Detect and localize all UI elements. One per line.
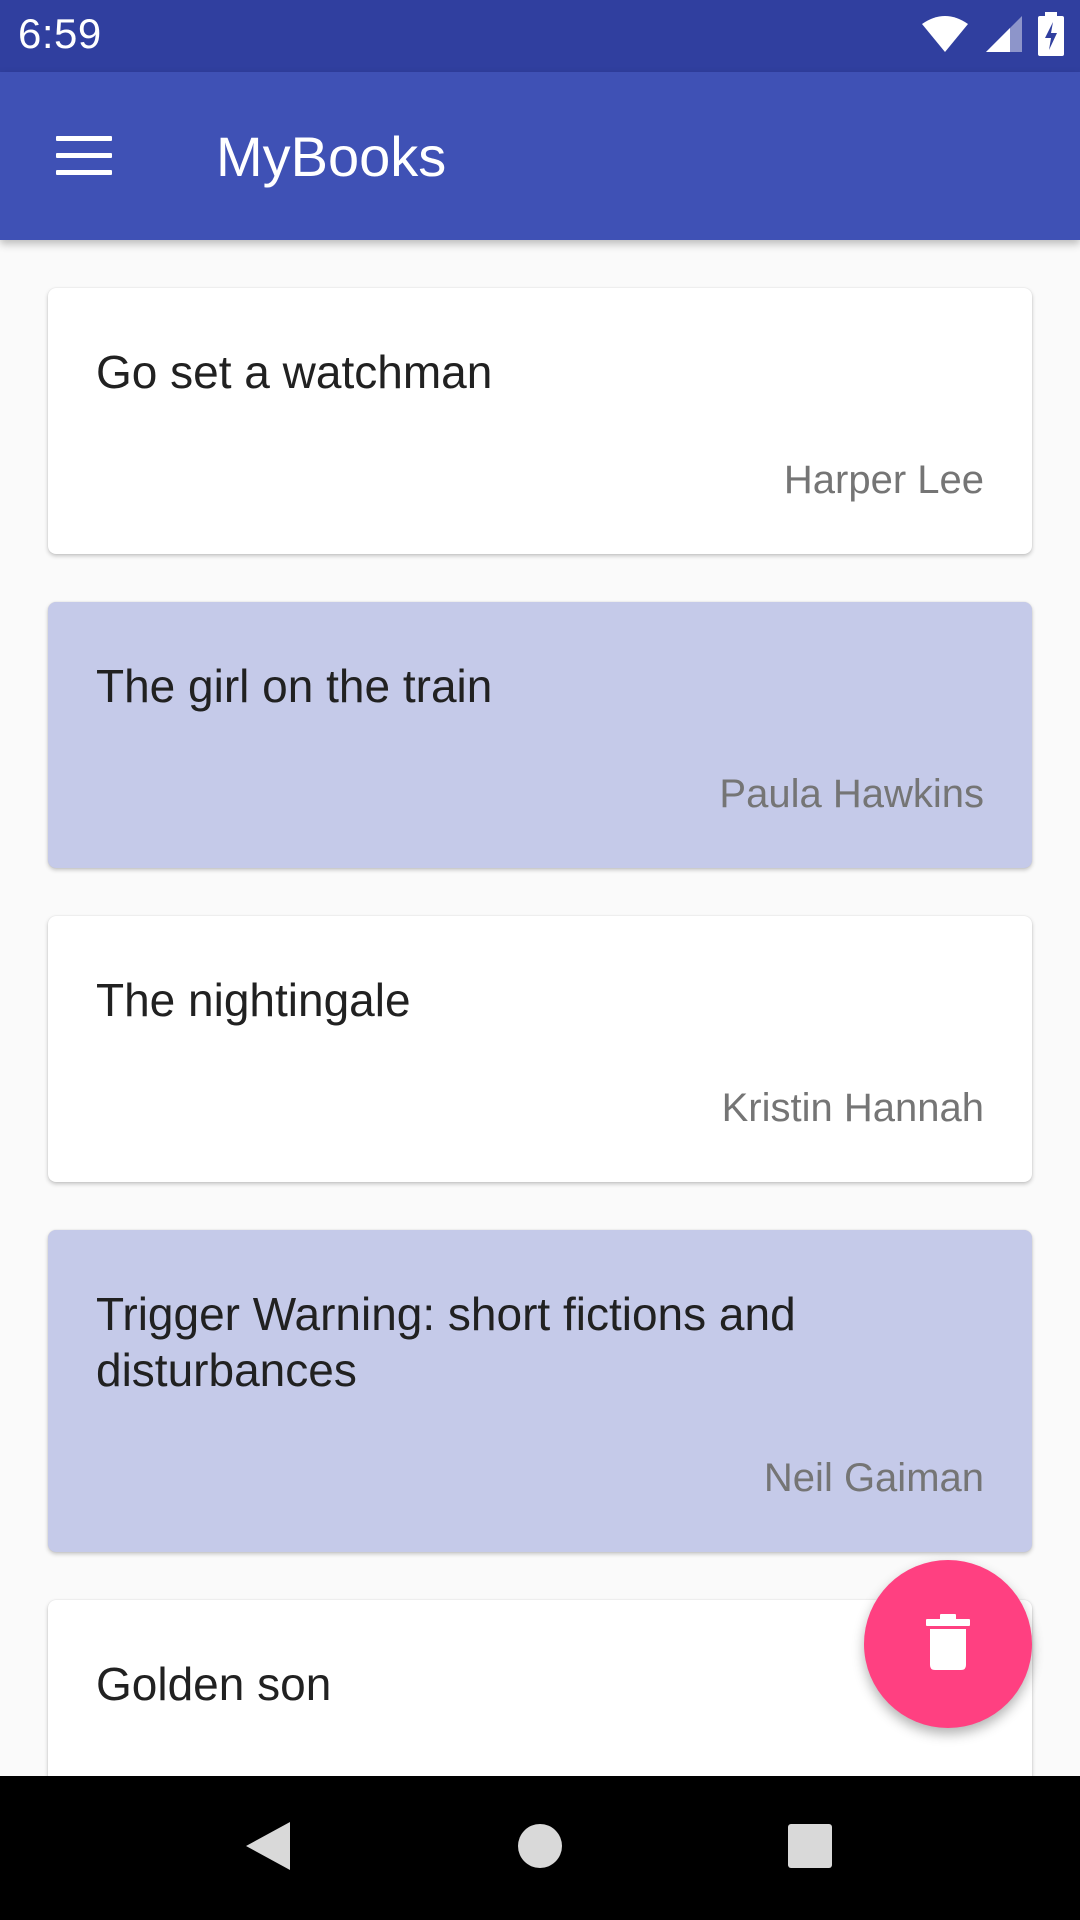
book-author: Kristin Hannah: [721, 1086, 984, 1130]
book-author: Harper Lee: [783, 458, 984, 502]
recents-icon: [786, 1822, 834, 1875]
status-bar: 6:59: [0, 0, 1080, 72]
status-icons: [920, 11, 1064, 61]
back-button[interactable]: [232, 1812, 304, 1884]
book-title: The girl on the train: [96, 660, 493, 712]
book-title: Trigger Warning: short fictions and dist…: [96, 1288, 796, 1396]
book-title: The nightingale: [96, 974, 411, 1026]
hamburger-menu-icon: [56, 136, 112, 176]
cellular-signal-icon: [984, 14, 1024, 59]
book-card[interactable]: Go set a watchman Harper Lee: [48, 288, 1032, 554]
recents-button[interactable]: [774, 1812, 846, 1884]
app-bar: MyBooks: [0, 72, 1080, 240]
home-button[interactable]: [504, 1812, 576, 1884]
book-card[interactable]: The nightingale Kristin Hannah: [48, 916, 1032, 1182]
back-icon: [244, 1820, 292, 1877]
book-author: Paula Hawkins: [719, 772, 984, 816]
delete-icon: [926, 1613, 970, 1675]
status-time: 6:59: [18, 10, 102, 57]
delete-fab-button[interactable]: [864, 1560, 1032, 1728]
book-title: Go set a watchman: [96, 346, 493, 398]
book-list[interactable]: Go set a watchman Harper Lee The girl on…: [0, 240, 1080, 1776]
wifi-icon: [920, 14, 970, 59]
book-title: Golden son: [96, 1658, 332, 1710]
battery-charging-icon: [1038, 11, 1064, 61]
home-icon: [516, 1822, 564, 1875]
app-title: MyBooks: [216, 125, 447, 188]
screen: 6:59 MyBooks Go set a watchman Harper Le…: [0, 0, 1080, 1920]
book-card[interactable]: Trigger Warning: short fictions and dist…: [48, 1230, 1032, 1552]
book-author: Neil Gaiman: [763, 1456, 984, 1500]
navigation-bar: [0, 1776, 1080, 1920]
book-card[interactable]: The girl on the train Paula Hawkins: [48, 602, 1032, 868]
menu-button[interactable]: [28, 112, 140, 200]
